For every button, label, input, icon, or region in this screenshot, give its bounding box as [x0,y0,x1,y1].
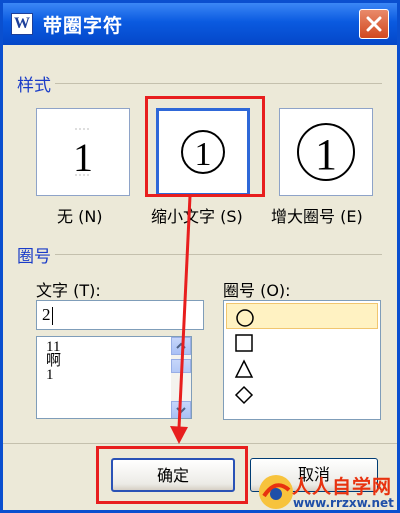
watermark-url: www.rrzxw.net [293,496,394,510]
symbol-item-square[interactable] [226,329,378,355]
symbol-list[interactable] [223,300,381,420]
symbol-field-label: 圈号 (O): [223,281,291,300]
dialog-window: W 带圈字符 样式 1 1 1 无 (N) 缩小文字 (S) 增大圈号 (E) [0,0,400,513]
style-group-label: 样式 [17,71,55,96]
scroll-up-button[interactable] [171,337,191,355]
triangle-symbol-icon [234,359,254,378]
symbol-item-circle[interactable] [226,303,378,329]
scroll-down-button[interactable] [171,401,191,418]
symbol-item-triangle[interactable] [226,355,378,381]
annotation-highlight-ok [96,446,248,504]
text-list[interactable]: 11 啊 1 [36,336,192,419]
diamond-symbol-icon [234,385,254,405]
square-symbol-icon [235,334,253,352]
style-option-enlarge-label: 增大圈号 (E) [271,207,363,226]
text-input[interactable]: 2 [36,300,204,330]
annotation-highlight-style [145,96,265,197]
close-button[interactable] [359,9,389,39]
style-group: 样式 [17,71,382,96]
dialog-title: 带圈字符 [43,15,124,37]
preview-circled-large-icon: 1 [297,123,355,181]
text-list-scrollbar[interactable] [171,337,191,418]
watermark-logo-icon [259,475,293,509]
symbol-item-diamond[interactable] [226,381,378,407]
preview-plain-icon: 1 [73,128,93,180]
scroll-thumb[interactable] [171,359,191,373]
list-item[interactable]: 1 [37,368,191,383]
chevron-down-icon [176,407,186,414]
circle-group-label: 圈号 [17,242,55,267]
svg-text:1: 1 [73,135,93,180]
chevron-up-icon [176,342,186,349]
close-x-icon [366,16,382,32]
list-item[interactable]: 11 [37,340,191,355]
app-icon: W [11,13,33,35]
circle-group: 圈号 [17,242,382,267]
style-option-none[interactable]: 1 [36,108,130,196]
text-field-label: 文字 (T): [36,281,101,300]
bottom-divider [3,443,397,444]
title-bar[interactable]: W 带圈字符 [3,3,397,45]
style-option-shrink-label: 缩小文字 (S) [151,207,243,226]
style-option-none-label: 无 (N) [57,207,103,226]
style-option-enlarge[interactable]: 1 [279,108,373,196]
watermark-text: 人人自学网 [292,476,393,498]
circle-symbol-icon [236,309,254,327]
list-item[interactable]: 啊 [37,354,191,369]
svg-text:1: 1 [315,130,337,179]
watermark: 人人自学网 www.rrzxw.net [256,471,400,513]
annotation-arrow [170,195,192,444]
